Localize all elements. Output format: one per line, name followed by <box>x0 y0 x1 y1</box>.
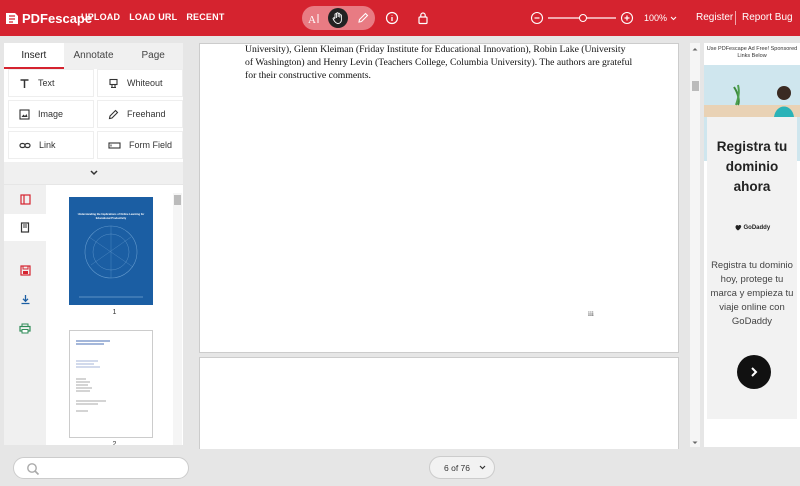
tab-annotate[interactable]: Annotate <box>64 43 124 69</box>
logo-icon <box>6 13 18 24</box>
svg-text:A: A <box>308 14 316 25</box>
hand-icon <box>333 12 343 24</box>
form-field-icon <box>108 141 121 149</box>
tool-label: Freehand <box>127 109 166 119</box>
tool-label: Image <box>38 109 64 119</box>
page-thumbnail-2[interactable] <box>69 330 153 438</box>
panel-icon <box>19 194 31 205</box>
page-icon <box>20 222 30 233</box>
text-cursor-icon: A <box>308 13 319 25</box>
tab-insert[interactable]: Insert <box>4 43 64 69</box>
page-thumbnails-button[interactable] <box>4 214 46 241</box>
chevron-down-icon <box>670 16 676 21</box>
chevron-down-icon <box>89 170 98 176</box>
tool-tabs: Insert Annotate Page <box>4 43 183 69</box>
document-scrollbar[interactable] <box>690 43 700 447</box>
expand-tools-button[interactable] <box>4 162 183 184</box>
tool-label: Form Field <box>129 140 173 150</box>
page-text: University), Glenn Kleiman (Friday Insti… <box>245 44 633 81</box>
text-tool-button[interactable]: Text <box>8 69 94 97</box>
thumbnail-scrollbar[interactable] <box>173 193 182 445</box>
scroll-up-icon <box>692 48 698 51</box>
download-icon <box>21 295 29 305</box>
ad-header[interactable]: Use PDFescape Ad Free! Sponsored Links B… <box>704 46 800 60</box>
ad-body: Registra tu dominio hoy, protege tu marc… <box>710 260 794 327</box>
sidebar-strip <box>4 185 46 445</box>
page-number-marker: iii <box>588 310 594 318</box>
zoom-dropdown[interactable]: 100% <box>644 13 677 23</box>
zoom-out-icon[interactable] <box>530 11 544 25</box>
scroll-down-icon <box>692 441 698 444</box>
ad-cta-button[interactable] <box>737 355 771 389</box>
link-tool-button[interactable]: Link <box>8 131 94 159</box>
upload-link[interactable]: UPLOAD <box>81 12 120 22</box>
pencil-icon <box>358 12 369 23</box>
ad-brand: GoDaddy <box>707 224 797 231</box>
info-icon[interactable] <box>385 11 399 25</box>
zoom-value: 100% <box>644 13 668 23</box>
chevron-down-icon <box>479 465 486 470</box>
print-button[interactable] <box>4 315 46 342</box>
freehand-tool-button[interactable]: Freehand <box>97 100 183 128</box>
hand-tool[interactable] <box>328 8 349 28</box>
top-nav: UPLOAD LOAD URL RECENT <box>81 12 225 22</box>
page-selector[interactable]: 6 of 76 <box>429 456 495 479</box>
thumbnail-number: 1 <box>112 309 117 316</box>
recent-link[interactable]: RECENT <box>186 12 224 22</box>
tool-panel: Insert Annotate Page Text Whiteout Image… <box>4 43 183 184</box>
ad-card[interactable]: Registra tu dominio ahora GoDaddy Regist… <box>707 117 797 419</box>
page-preview <box>76 340 110 412</box>
document-viewer[interactable]: University), Glenn Kleiman (Friday Insti… <box>197 43 689 457</box>
document-page <box>199 357 679 457</box>
save-icon <box>19 265 31 276</box>
search-icon <box>27 463 40 476</box>
whiteout-icon <box>109 78 118 88</box>
toggle-panel-button[interactable] <box>4 186 46 213</box>
mode-selector: A <box>302 6 375 30</box>
load-url-link[interactable]: LOAD URL <box>129 12 177 22</box>
cover-graphic <box>79 225 143 298</box>
zoom-in-icon[interactable] <box>620 11 634 25</box>
draw-tool[interactable] <box>353 8 373 28</box>
godaddy-icon <box>735 224 742 231</box>
search-input[interactable] <box>13 457 189 479</box>
tool-label: Whiteout <box>127 78 163 88</box>
top-toolbar: PDFescape UPLOAD LOAD URL RECENT A 100% … <box>0 0 800 36</box>
download-button[interactable] <box>4 286 46 313</box>
ad-title: Registra tu dominio ahora <box>716 139 788 194</box>
divider <box>735 11 736 25</box>
tool-label: Text <box>38 78 55 88</box>
whiteout-tool-button[interactable]: Whiteout <box>97 69 183 97</box>
zoom-slider-handle[interactable] <box>579 14 587 22</box>
image-icon <box>19 108 30 120</box>
tab-page[interactable]: Page <box>123 43 183 69</box>
save-button[interactable] <box>4 257 46 284</box>
lock-icon[interactable] <box>416 11 430 25</box>
image-tool-button[interactable]: Image <box>8 100 94 128</box>
report-bug-link[interactable]: Report Bug <box>742 12 793 23</box>
pdfescape-logo[interactable]: PDFescape <box>4 9 92 27</box>
text-t-icon <box>20 78 29 88</box>
bottom-bar: 6 of 76 <box>0 449 800 486</box>
register-link[interactable]: Register <box>696 12 733 23</box>
chevron-right-icon <box>751 367 758 377</box>
pencil-icon <box>108 109 119 119</box>
thumbnail-number: 2 <box>112 441 117 445</box>
page-thumbnail-1[interactable]: Understanding the Implications of Online… <box>69 197 153 305</box>
thumbnail-list: Understanding the Implications of Online… <box>46 185 183 445</box>
tool-label: Link <box>39 140 56 150</box>
text-select-tool[interactable]: A <box>304 8 324 28</box>
ad-brand-name: GoDaddy <box>743 225 771 232</box>
form-field-tool-button[interactable]: Form Field <box>97 131 183 159</box>
link-icon <box>19 142 31 148</box>
ad-panel: Use PDFescape Ad Free! Sponsored Links B… <box>704 43 800 447</box>
document-page: University), Glenn Kleiman (Friday Insti… <box>199 43 679 353</box>
page-indicator: 6 of 76 <box>444 462 470 473</box>
print-icon <box>19 323 31 334</box>
